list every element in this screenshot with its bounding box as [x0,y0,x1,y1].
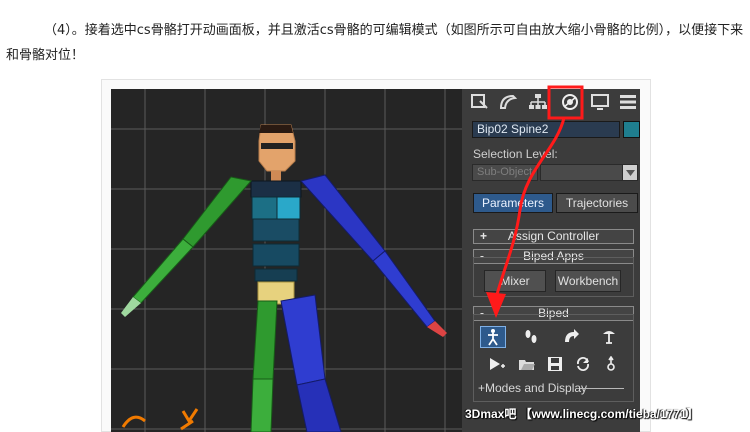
paragraph-text: 。接着选中cs骨骼打开动画面板，并且激活cs骨骼的可编辑模式（如图所示可自由放大… [6,23,744,63]
utilities-icon[interactable] [616,91,640,113]
viewport-scene [111,89,462,432]
biped-head[interactable] [258,124,296,181]
create-icon[interactable] [468,91,492,113]
modes-display-rollout[interactable]: +Modes and Display [478,381,587,395]
biped-left-arm[interactable] [121,176,252,317]
step-number: （4） [44,23,72,38]
biped-left-leg[interactable] [250,300,278,432]
create-key-icon[interactable] [484,353,510,375]
selection-level-select[interactable]: Sub-Object [472,164,538,181]
motion-flow-icon[interactable] [558,326,584,348]
selection-level-label: Selection Level: [473,147,558,161]
open-file-icon[interactable] [514,353,540,375]
perspective-viewport[interactable] [111,89,462,432]
footstep-mode-icon[interactable] [518,326,544,348]
convert-icon[interactable] [570,353,596,375]
object-name-field[interactable]: Bip02 Spine2 [472,121,620,138]
mixer-button[interactable]: Mixer [484,270,546,292]
modes-divider [580,388,624,389]
motion-icon[interactable] [558,91,582,113]
viewport-orange-marks [121,408,199,431]
command-panel-tabs [466,91,638,115]
biped-spine[interactable] [250,180,302,282]
selection-level-dropdown[interactable] [540,164,638,181]
figure-mode-icon[interactable] [480,326,506,348]
display-icon[interactable] [588,91,612,113]
assign-controller-rollout[interactable]: + Assign Controller [473,229,634,244]
mixer-mode-icon[interactable] [596,326,622,348]
hierarchy-icon[interactable] [526,91,550,113]
article-paragraph: （4）。接着选中cs骨骼打开动画面板，并且激活cs骨骼的可编辑模式（如图所示可自… [0,18,750,68]
trajectories-button[interactable]: Trajectories [556,193,638,213]
chevron-down-icon[interactable] [622,165,637,180]
parameters-button[interactable]: Parameters [473,193,553,213]
watermark-text: 3Dmax吧 【www.linecg.com/tieba/1771】 [465,407,699,421]
modify-icon[interactable] [496,91,520,113]
rollout-sign: + [480,229,488,243]
save-file-icon[interactable] [542,353,568,375]
object-color-swatch[interactable] [623,121,640,138]
workbench-button[interactable]: Workbench [555,270,621,292]
biped-right-arm[interactable] [300,174,447,337]
rollout-label: Assign Controller [507,229,600,243]
command-panel: Bip02 Spine2 Selection Level: Sub-Object… [462,89,640,432]
biped-right-leg[interactable] [280,294,342,432]
move-all-icon[interactable] [598,353,624,375]
